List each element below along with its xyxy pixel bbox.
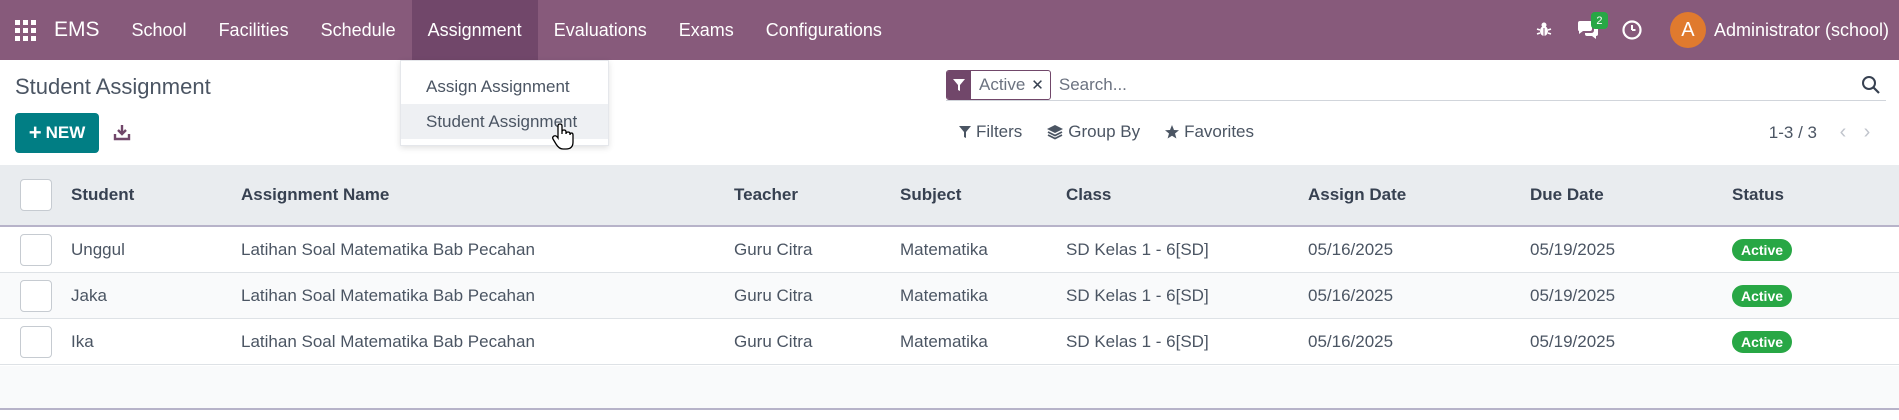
menu-configurations[interactable]: Configurations [750,0,898,60]
cell-class: SD Kelas 1 - 6[SD] [1066,239,1209,259]
filters-label: Filters [976,122,1023,141]
status-badge: Active [1732,330,1793,353]
row-checkbox[interactable] [20,279,52,312]
menu-evaluations[interactable]: Evaluations [538,0,663,60]
user-menu[interactable]: A Administrator (school) [1654,0,1889,60]
cell-assign-date: 05/16/2025 [1308,285,1394,305]
row-checkbox[interactable] [20,325,52,358]
cell-assignment-name: Latihan Soal Matematika Bab Pecahan [241,285,535,305]
filter-icon [947,70,971,99]
cell-due-date: 05/19/2025 [1530,239,1616,259]
messages-chat-icon[interactable]: 2 [1566,0,1610,60]
facet-remove-icon[interactable]: ✕ [1031,76,1050,94]
page-title: Student Assignment [15,74,211,99]
star-icon [1165,125,1180,139]
cell-teacher: Guru Citra [734,285,813,305]
assignment-dropdown-menu: Assign Assignment Student Assignment [400,60,609,146]
column-header-class[interactable]: Class [1066,185,1111,205]
table-row[interactable]: Unggul Latihan Soal Matematika Bab Pecah… [0,227,1899,273]
select-all-checkbox[interactable] [20,179,52,211]
list-table: Student Assignment Name Teacher Subject … [0,165,1899,365]
column-header-due-date[interactable]: Due Date [1530,185,1604,205]
table-row[interactable]: Ika Latihan Soal Matematika Bab Pecahan … [0,319,1899,365]
apps-grid-icon[interactable] [0,0,50,60]
pager-previous-icon[interactable]: ‹ [1831,121,1855,144]
user-name: Administrator (school) [1713,19,1889,40]
cell-student: Jaka [71,285,107,305]
menu-exams[interactable]: Exams [663,0,750,60]
menu-school[interactable]: School [116,0,203,60]
cell-subject: Matematika [900,239,988,259]
column-header-status[interactable]: Status [1732,185,1784,205]
dropdown-item-student-assignment[interactable]: Student Assignment [401,104,608,139]
cell-subject: Matematika [900,285,988,305]
cell-teacher: Guru Citra [734,239,813,259]
column-header-assignment-name[interactable]: Assignment Name [241,185,389,205]
cell-student: Ika [71,331,94,351]
menu-facilities[interactable]: Facilities [203,0,305,60]
table-header: Student Assignment Name Teacher Subject … [0,165,1899,227]
layers-icon [1047,125,1064,140]
pager-value[interactable]: 1-3 / 3 [1769,123,1817,143]
table-row[interactable]: Jaka Latihan Soal Matematika Bab Pecahan… [0,273,1899,319]
cell-subject: Matematika [900,331,988,351]
favorites-button[interactable]: Favorites [1164,122,1254,142]
new-button[interactable]: + NEW [15,113,99,153]
filters-button[interactable]: Filters [958,122,1022,142]
cell-due-date: 05/19/2025 [1530,285,1616,305]
column-header-student[interactable]: Student [71,185,134,205]
filter-icon [959,126,971,138]
group-by-button[interactable]: Group By [1046,122,1140,142]
avatar: A [1669,12,1706,48]
search-icon[interactable] [1856,70,1886,100]
column-header-teacher[interactable]: Teacher [734,185,798,205]
menu-schedule[interactable]: Schedule [305,0,412,60]
cell-student: Unggul [71,239,125,259]
menu-assignment[interactable]: Assignment [411,0,538,60]
messages-count-badge: 2 [1590,12,1608,29]
status-badge: Active [1732,238,1793,261]
cell-assign-date: 05/16/2025 [1308,239,1394,259]
dropdown-item-assign-assignment[interactable]: Assign Assignment [401,69,608,104]
column-header-assign-date[interactable]: Assign Date [1308,185,1406,205]
pager-next-icon[interactable]: › [1855,121,1879,144]
search-input[interactable] [1058,74,1856,95]
cell-due-date: 05/19/2025 [1530,331,1616,351]
download-icon[interactable] [108,118,136,146]
search-panel-toggles: Filters Group By Favorites [958,122,1278,142]
top-navbar: EMS School Facilities Schedule Assignmen… [0,0,1899,60]
status-badge: Active [1732,284,1793,307]
cell-assign-date: 05/16/2025 [1308,331,1394,351]
table-empty-area [0,366,1899,408]
app-brand[interactable]: EMS [50,18,116,42]
facet-value: Active [979,74,1026,94]
cell-teacher: Guru Citra [734,331,813,351]
new-button-label: NEW [45,123,86,142]
cell-assignment-name: Latihan Soal Matematika Bab Pecahan [241,239,535,259]
plus-icon: + [28,120,42,145]
activity-clock-icon[interactable] [1610,0,1654,60]
pager: 1-3 / 3 ‹ › [1769,121,1879,144]
hand-cursor-icon [552,123,574,156]
favorites-label: Favorites [1184,122,1255,141]
debug-bug-icon[interactable] [1522,0,1566,60]
divider [0,408,1899,410]
cell-assignment-name: Latihan Soal Matematika Bab Pecahan [241,331,535,351]
search-bar: Active ✕ [946,69,1886,101]
group-by-label: Group By [1068,122,1141,141]
column-header-subject[interactable]: Subject [900,185,961,205]
search-facet[interactable]: Active ✕ [946,69,1051,100]
cell-class: SD Kelas 1 - 6[SD] [1066,285,1209,305]
row-checkbox[interactable] [20,233,52,266]
cell-class: SD Kelas 1 - 6[SD] [1066,331,1209,351]
